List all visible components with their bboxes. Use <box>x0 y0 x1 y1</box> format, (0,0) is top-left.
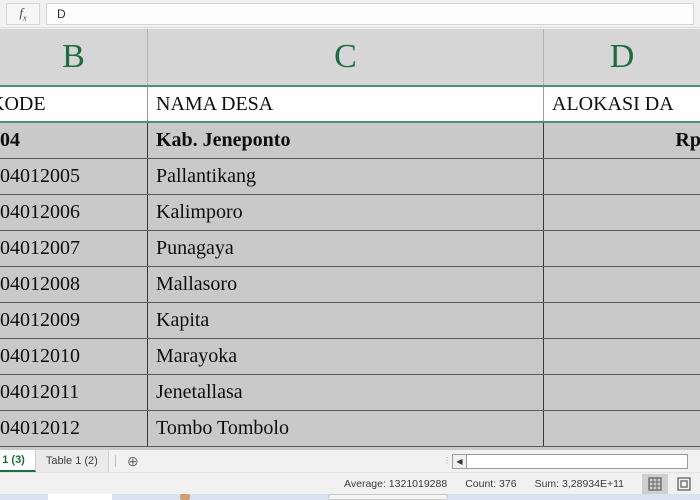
cell-code[interactable]: 304012012 <box>0 411 148 446</box>
cell-name[interactable]: Marayoka <box>148 339 544 374</box>
cell-code[interactable]: 304012009 <box>0 303 148 338</box>
sheet-tab-active[interactable]: le 1 (3) <box>0 450 36 472</box>
status-average: Average: 1321019288 <box>344 477 448 490</box>
cell-code[interactable]: 304012010 <box>0 339 148 374</box>
cell-alloc[interactable]: Rp7 <box>544 159 700 194</box>
table-row: 304012012 Tombo Tombolo Rp6 <box>0 411 700 447</box>
tab-separator <box>114 455 116 467</box>
sheet-tab-bar: le 1 (3) Table 1 (2) ⊕ ⋮ ◀ <box>0 450 700 472</box>
cell-name[interactable]: Jenetallasa <box>148 375 544 410</box>
cell-alokasi-header[interactable]: ALOKASI DA <box>544 87 700 121</box>
cell-text: Rp53.67 <box>675 129 700 151</box>
taskbar-chip <box>48 494 112 500</box>
cell-alloc[interactable]: Rp6 <box>544 375 700 410</box>
cell-name[interactable]: Kab. Jeneponto <box>148 123 544 158</box>
column-header-b[interactable]: B <box>0 29 148 85</box>
cell-code[interactable]: 304012007 <box>0 231 148 266</box>
fx-glyph: fx <box>19 4 27 23</box>
grid-view-icon[interactable] <box>642 473 668 494</box>
table-row: 304012005 Pallantikang Rp7 <box>0 159 700 195</box>
cell-alloc[interactable]: Rp7 <box>544 303 700 338</box>
sheet-tabs: le 1 (3) Table 1 (2) ⊕ ⋮ <box>0 450 452 472</box>
cell-text: 304012005 <box>0 165 80 187</box>
formula-input[interactable]: D <box>46 2 694 25</box>
grid-view-glyph <box>648 476 662 491</box>
column-header-d[interactable]: D <box>544 29 700 85</box>
status-sum: Sum: 3,28934E+11 <box>534 477 624 490</box>
status-count: Count: 376 <box>465 477 517 490</box>
table-row: 304012006 Kalimporo Rp6 <box>0 195 700 231</box>
page-layout-glyph <box>677 476 691 491</box>
column-header-c[interactable]: C <box>148 29 544 85</box>
table-row: 304012008 Mallasoro Rp7 <box>0 267 700 303</box>
cell-text: Kab. Jeneponto <box>156 129 291 151</box>
cell-name[interactable]: Tombo Tombolo <box>148 411 544 446</box>
cell-text: Mallasoro <box>156 273 238 295</box>
cell-alloc[interactable]: Rp7 <box>544 231 700 266</box>
taskbar-search-box <box>328 494 448 500</box>
cell-text: Pallantikang <box>156 165 256 187</box>
cell-text: ALOKASI DA <box>552 92 674 115</box>
table-total-row: 304 Kab. Jeneponto Rp53.67 <box>0 123 700 159</box>
table-row: 304012009 Kapita Rp7 <box>0 303 700 339</box>
cell-alloc[interactable]: Rp6 <box>544 339 700 374</box>
spreadsheet-grid: KODE NAMA DESA ALOKASI DA 304 Kab. Jenep… <box>0 87 700 450</box>
cell-text: 304012007 <box>0 237 80 259</box>
cell-text: NAMA DESA <box>156 92 274 115</box>
cell-name[interactable]: Pallantikang <box>148 159 544 194</box>
cell-text: Punagaya <box>156 237 234 259</box>
taskbar-sliver <box>0 494 700 500</box>
function-icon[interactable]: fx <box>6 2 40 25</box>
table-row: 304012007 Punagaya Rp7 <box>0 231 700 267</box>
cell-text: 304012008 <box>0 273 80 295</box>
cell-alloc[interactable]: Rp7 <box>544 267 700 302</box>
cell-alloc[interactable]: Rp6 <box>544 411 700 446</box>
cell-code[interactable]: 304 <box>0 123 148 158</box>
cell-text: Marayoka <box>156 345 238 367</box>
table-row: 304012011 Jenetallasa Rp6 <box>0 375 700 411</box>
status-bar: Average: 1321019288 Count: 376 Sum: 3,28… <box>0 472 700 494</box>
scrollbar-track[interactable] <box>467 453 688 469</box>
cell-text: KODE <box>0 92 46 115</box>
cell-code[interactable]: 304012008 <box>0 267 148 302</box>
cell-code[interactable]: 304012006 <box>0 195 148 230</box>
scroll-left-icon[interactable]: ◀ <box>452 453 467 469</box>
cell-text: Tombo Tombolo <box>156 417 289 439</box>
cell-text: 304012006 <box>0 201 80 223</box>
excel-window: fx D B C D KODE NAMA DESA ALOKASI DA 304 <box>0 0 700 500</box>
cell-text: 304012009 <box>0 309 80 331</box>
cell-text: Jenetallasa <box>156 381 243 403</box>
cell-text: 304012012 <box>0 417 80 439</box>
cell-alloc[interactable]: Rp6 <box>544 195 700 230</box>
cell-name[interactable]: Mallasoro <box>148 267 544 302</box>
cell-name[interactable]: Punagaya <box>148 231 544 266</box>
cell-name[interactable]: Kapita <box>148 303 544 338</box>
cell-kode-header[interactable]: KODE <box>0 87 148 121</box>
tab-overflow-icon[interactable]: ⋮ <box>442 457 452 465</box>
taskbar-app-icon <box>180 494 190 500</box>
cell-nama-desa-header[interactable]: NAMA DESA <box>148 87 544 121</box>
cell-alloc[interactable]: Rp53.67 <box>544 123 700 158</box>
cell-text: Kalimporo <box>156 201 243 223</box>
cell-text: 304012011 <box>0 381 80 403</box>
cell-code[interactable]: 304012005 <box>0 159 148 194</box>
table-row: 304012010 Marayoka Rp6 <box>0 339 700 375</box>
cell-name[interactable]: Kalimporo <box>148 195 544 230</box>
column-header-row: B C D <box>0 29 700 87</box>
table-header-row: KODE NAMA DESA ALOKASI DA <box>0 87 700 123</box>
add-sheet-icon[interactable]: ⊕ <box>122 450 144 472</box>
horizontal-scrollbar[interactable]: ◀ <box>452 453 688 469</box>
formula-bar: fx D <box>0 0 700 28</box>
page-layout-icon[interactable] <box>671 474 697 494</box>
cell-text: 304 <box>0 129 20 151</box>
cell-text: 304012010 <box>0 345 80 367</box>
sheet-tab-table-1-2[interactable]: Table 1 (2) <box>35 450 109 472</box>
cell-text: Kapita <box>156 309 210 331</box>
cell-code[interactable]: 304012011 <box>0 375 148 410</box>
